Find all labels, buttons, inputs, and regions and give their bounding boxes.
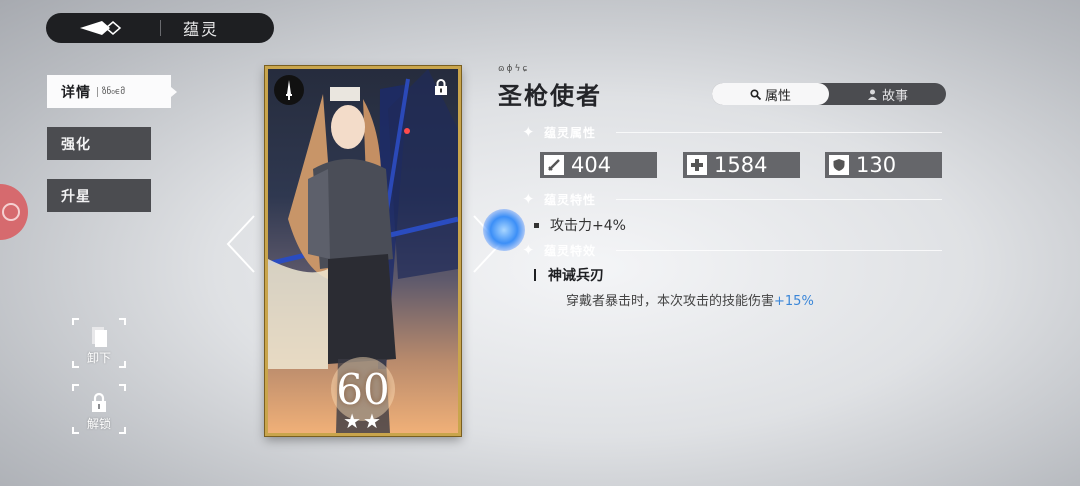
sparkle-icon: ✦ bbox=[522, 190, 535, 208]
glow-orb bbox=[483, 209, 525, 251]
unequip-label: 卸下 bbox=[86, 351, 111, 365]
tab-label: 故事 bbox=[881, 88, 908, 104]
bullet bbox=[534, 222, 539, 228]
stat-attack: 404 bbox=[540, 152, 657, 178]
card-level: 60 bbox=[336, 365, 390, 414]
tab-story[interactable]: 故事 bbox=[829, 83, 946, 105]
unlock-button[interactable]: 解锁 bbox=[72, 384, 126, 434]
section-traits: ✦ 蕴灵特性 bbox=[522, 190, 942, 208]
tab-label: 属性 bbox=[764, 88, 791, 104]
weapon-type-icon bbox=[274, 75, 304, 105]
character-card[interactable]: 60 ★★ bbox=[265, 66, 461, 436]
stat-value: 130 bbox=[856, 153, 897, 177]
card-stars: ★★ bbox=[343, 409, 383, 433]
stat-value: 1584 bbox=[714, 153, 768, 177]
detail-tabs: 属性 故事 bbox=[712, 83, 946, 105]
sparkle-icon: ✦ bbox=[522, 241, 535, 259]
nav-item-details[interactable]: 详情 ზნ₀ϵმ bbox=[47, 75, 177, 108]
nav-item-enhance[interactable]: 强化 bbox=[47, 127, 151, 160]
side-badge-icon[interactable] bbox=[0, 184, 28, 240]
nav-item-sublabel: ზნ₀ϵმ bbox=[97, 86, 125, 97]
prev-arrow-icon[interactable] bbox=[226, 214, 256, 274]
stat-health: 1584 bbox=[683, 152, 800, 178]
sparkle-icon: ✦ bbox=[522, 123, 535, 141]
effect-description: 穿戴者暴击时，本次攻击的技能伤害+15% bbox=[566, 290, 814, 309]
section-attributes: ✦ 蕴灵属性 bbox=[522, 123, 942, 141]
divider bbox=[616, 250, 942, 251]
divider bbox=[616, 132, 942, 133]
unlock-label: 解锁 bbox=[86, 417, 111, 431]
nav-item-label: 强化 bbox=[61, 136, 91, 153]
section-title: 蕴灵特效 bbox=[544, 244, 597, 258]
search-icon bbox=[750, 88, 761, 100]
tab-attributes[interactable]: 属性 bbox=[712, 83, 829, 105]
effect-marker bbox=[534, 269, 536, 281]
nav-item-star-up[interactable]: 升星 bbox=[47, 179, 151, 212]
health-icon bbox=[687, 155, 707, 175]
nav-item-label: 升星 bbox=[61, 188, 91, 205]
trait-item: 攻击力+4% bbox=[534, 215, 626, 235]
effect-title: 神诫兵刃 bbox=[548, 268, 604, 284]
card-stack-icon bbox=[92, 327, 107, 347]
page-title: 蕴灵 bbox=[183, 20, 220, 39]
unequip-button[interactable]: 卸下 bbox=[72, 318, 126, 368]
character-name: 圣枪使者 bbox=[498, 82, 602, 110]
section-title: 蕴灵特性 bbox=[544, 193, 597, 207]
trait-text: 攻击力+4% bbox=[550, 218, 626, 234]
effect-highlight: +15% bbox=[774, 294, 814, 309]
stat-defense: 130 bbox=[825, 152, 942, 178]
section-effects: ✦ 蕴灵特效 bbox=[522, 241, 942, 259]
lock-icon bbox=[92, 392, 106, 412]
section-title: 蕴灵属性 bbox=[544, 126, 597, 140]
back-arrow-icon bbox=[80, 21, 122, 35]
top-bar: 蕴灵 bbox=[46, 13, 274, 43]
back-button[interactable] bbox=[46, 13, 156, 43]
person-icon bbox=[867, 89, 877, 100]
divider bbox=[160, 20, 161, 36]
nav-item-label: 详情 bbox=[61, 84, 91, 101]
effect-desc-text: 穿戴者暴击时，本次攻击的技能伤害 bbox=[566, 294, 775, 309]
name-decoration: ɷɸϟɕ bbox=[498, 64, 530, 74]
effect-name: 神诫兵刃 bbox=[534, 265, 604, 285]
card-lock-icon[interactable] bbox=[434, 79, 448, 95]
defense-icon bbox=[829, 155, 849, 175]
attack-icon bbox=[544, 155, 564, 175]
divider bbox=[616, 199, 942, 200]
stat-value: 404 bbox=[571, 153, 612, 177]
